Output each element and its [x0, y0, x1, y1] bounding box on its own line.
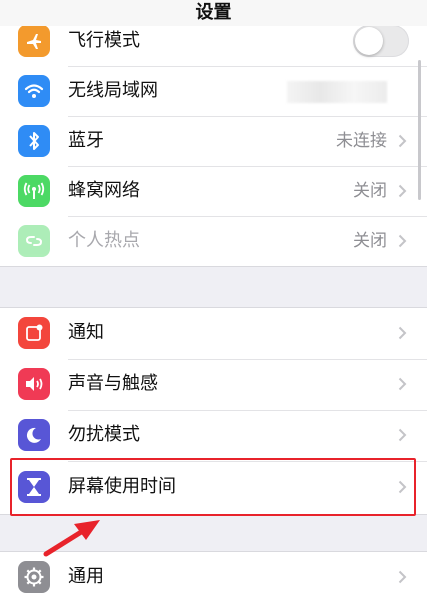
bluetooth-icon [18, 125, 50, 157]
hotspot-icon [18, 225, 50, 257]
settings-row-label: 声音与触感 [68, 373, 158, 394]
settings-row-value: 未连接 [336, 131, 387, 151]
navigation-bar: 设置 [0, 0, 427, 26]
settings-row-label: 勿扰模式 [68, 424, 140, 445]
red-arrow-annotation [43, 520, 100, 557]
chevron-right-icon [398, 326, 407, 340]
settings-row-value: 关闭 [353, 181, 387, 201]
chevron-right-icon [398, 184, 407, 198]
settings-row-label: 蓝牙 [68, 130, 104, 151]
airplane-mode-toggle[interactable] [353, 25, 409, 57]
settings-row-cellular[interactable]: 蜂窝网络 关闭 [0, 166, 427, 216]
settings-row-notifications[interactable]: 通知 [0, 308, 427, 358]
settings-row-sounds[interactable]: 声音与触感 [0, 359, 427, 409]
chevron-right-icon [398, 428, 407, 442]
settings-row-do-not-disturb[interactable]: 勿扰模式 [0, 410, 427, 460]
network-name-redacted [287, 81, 387, 103]
chevron-right-icon [398, 234, 407, 248]
chevron-right-icon [398, 134, 407, 148]
settings-row-personal-hotspot[interactable]: 个人热点 关闭 [0, 216, 427, 266]
settings-row-wifi[interactable]: 无线局域网 [0, 66, 427, 116]
settings-row-label: 通知 [68, 322, 104, 343]
connectivity-group: 飞行模式 无线局域网 蓝牙 未连接 蜂窝网络 关闭 个人热点 关闭 [0, 16, 427, 267]
gear-icon [18, 561, 50, 593]
chevron-right-icon [398, 377, 407, 391]
page-title: 设置 [195, 2, 232, 23]
settings-row-bluetooth[interactable]: 蓝牙 未连接 [0, 116, 427, 166]
settings-row-label: 无线局域网 [68, 80, 158, 101]
airplane-icon [18, 25, 50, 57]
moon-icon [18, 419, 50, 451]
wifi-icon [18, 75, 50, 107]
notifications-icon [18, 317, 50, 349]
chevron-right-icon [398, 570, 407, 584]
sounds-icon [18, 368, 50, 400]
screen-time-highlight-box [10, 458, 416, 516]
toggle-knob [355, 27, 383, 55]
settings-row-label: 蜂窝网络 [68, 180, 140, 201]
settings-row-label: 个人热点 [68, 230, 140, 251]
scrollbar[interactable] [418, 60, 421, 200]
cellular-icon [18, 175, 50, 207]
settings-row-value: 关闭 [353, 231, 387, 251]
